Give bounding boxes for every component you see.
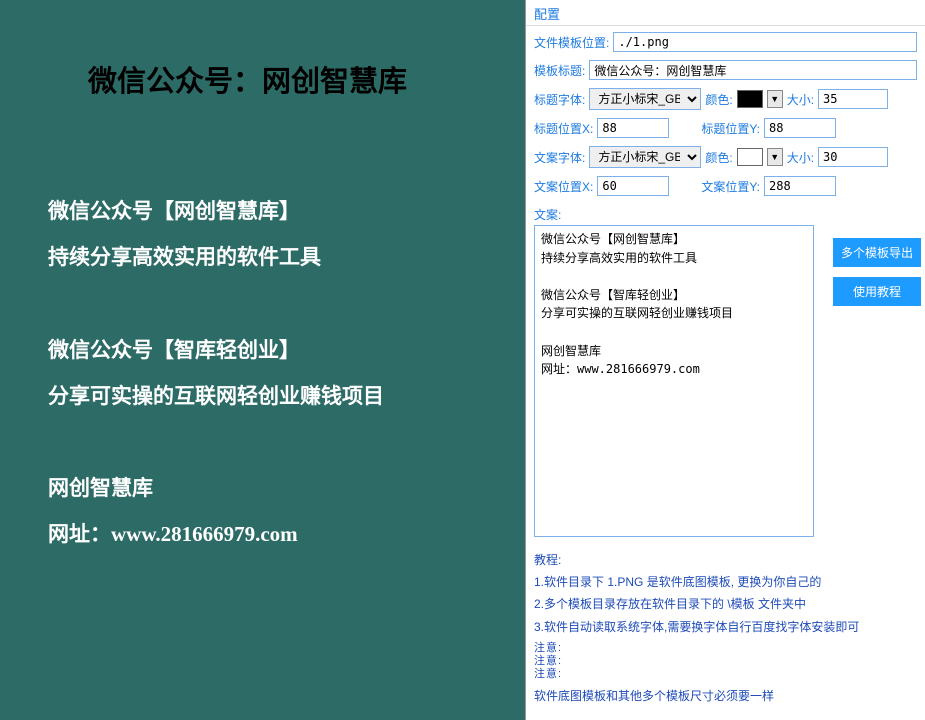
title-size-input[interactable] bbox=[818, 89, 888, 109]
title-x-input[interactable] bbox=[597, 118, 669, 138]
title-size-label: 大小: bbox=[787, 91, 814, 108]
title-font-select[interactable]: 方正小标宋_GBK bbox=[589, 88, 701, 110]
tutorial-block: 教程: 1.软件目录下 1.PNG 是软件底图模板, 更换为你自己的 2.多个模… bbox=[526, 549, 925, 638]
config-section-header: 配置 bbox=[526, 0, 925, 26]
copy-size-label: 大小: bbox=[787, 149, 814, 166]
title-color-label: 颜色: bbox=[705, 91, 732, 108]
copy-textarea[interactable] bbox=[534, 225, 814, 537]
copy-x-input[interactable] bbox=[597, 176, 669, 196]
copy-color-label: 颜色: bbox=[705, 149, 732, 166]
file-path-label: 文件模板位置: bbox=[534, 34, 609, 51]
title-y-label: 标题位置Y: bbox=[701, 120, 760, 137]
notice-label: 注注注 意意意 ::: bbox=[534, 642, 925, 682]
title-font-label: 标题字体: bbox=[534, 91, 585, 108]
tutorial-line-3: 3.软件自动读取系统字体,需要换字体自行百度找字体安装即可 bbox=[534, 616, 917, 638]
title-color-swatch[interactable] bbox=[737, 90, 763, 108]
copy-y-label: 文案位置Y: bbox=[701, 178, 760, 195]
copy-font-label: 文案字体: bbox=[534, 149, 585, 166]
file-path-input[interactable] bbox=[613, 32, 917, 52]
bottom-note: 软件底图模板和其他多个模板尺寸必须要一样 bbox=[526, 683, 925, 708]
tutorial-line-2: 2.多个模板目录存放在软件目录下的 \模板 文件夹中 bbox=[534, 593, 917, 615]
title-y-input[interactable] bbox=[764, 118, 836, 138]
template-title-input[interactable] bbox=[589, 60, 917, 80]
tutorial-line-1: 1.软件目录下 1.PNG 是软件底图模板, 更换为你自己的 bbox=[534, 571, 917, 593]
template-title-label: 模板标题: bbox=[534, 62, 585, 79]
title-x-label: 标题位置X: bbox=[534, 120, 593, 137]
copy-section-header: 文案: bbox=[526, 204, 925, 223]
preview-body-text: 微信公众号【网创智慧库】 持续分享高效实用的软件工具 微信公众号【智库轻创业】 … bbox=[48, 188, 384, 558]
preview-title: 微信公众号：网创智慧库 bbox=[88, 58, 407, 100]
multi-export-button[interactable]: 多个模板导出 bbox=[833, 238, 921, 267]
tutorial-header: 教程: bbox=[534, 549, 917, 571]
copy-size-input[interactable] bbox=[818, 147, 888, 167]
title-color-dropdown-icon[interactable]: ▼ bbox=[767, 90, 783, 108]
copy-font-select[interactable]: 方正小标宋_GBK bbox=[589, 146, 701, 168]
copy-y-input[interactable] bbox=[764, 176, 836, 196]
copy-color-dropdown-icon[interactable]: ▼ bbox=[767, 148, 783, 166]
tutorial-button[interactable]: 使用教程 bbox=[833, 277, 921, 306]
preview-pane: 微信公众号：网创智慧库 微信公众号【网创智慧库】 持续分享高效实用的软件工具 微… bbox=[0, 0, 525, 720]
config-pane: 配置 文件模板位置: 模板标题: 标题字体: 方正小标宋_GBK 颜色: ▼ 大… bbox=[525, 0, 925, 720]
copy-color-swatch[interactable] bbox=[737, 148, 763, 166]
copy-x-label: 文案位置X: bbox=[534, 178, 593, 195]
